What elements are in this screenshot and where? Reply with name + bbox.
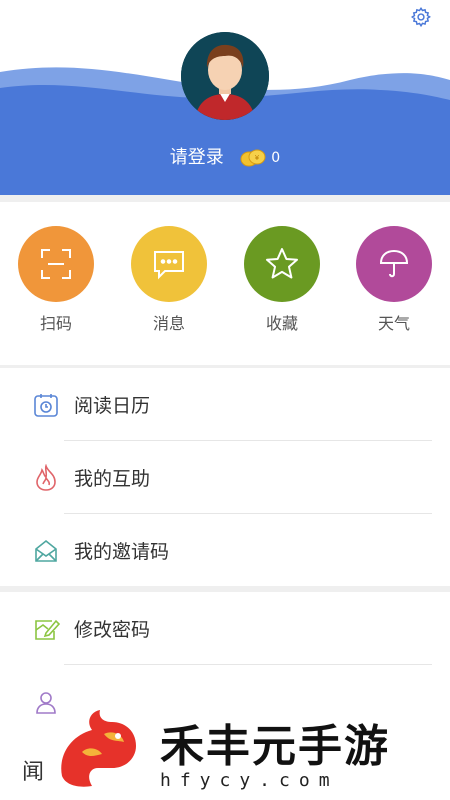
settings-button[interactable] xyxy=(410,6,432,28)
calendar-icon xyxy=(34,393,58,417)
watermark-brand: 禾丰元手游 xyxy=(160,721,390,772)
menu-item-mutual-help[interactable]: 我的互助 xyxy=(0,441,450,514)
star-icon xyxy=(266,248,298,279)
invite-envelope-icon xyxy=(35,539,57,562)
shortcut-scan-label: 扫码 xyxy=(39,314,72,333)
watermark-logo xyxy=(61,710,136,787)
flame-icon xyxy=(36,463,56,491)
coin-icon: ¥ xyxy=(240,149,266,167)
shortcut-weather-label: 天气 xyxy=(377,314,410,333)
message-icon xyxy=(154,251,184,280)
watermark-url: hfycy.com xyxy=(160,770,339,791)
menu-item-label: 我的互助 xyxy=(74,468,151,490)
shortcut-favorites[interactable]: 收藏 xyxy=(244,226,320,334)
umbrella-icon xyxy=(379,249,409,278)
watermark: 闻 禾丰元手游 hfycy.com xyxy=(0,706,450,800)
shortcut-weather[interactable]: 天气 xyxy=(356,226,432,334)
menu-item-label: 我的邀请码 xyxy=(74,541,170,563)
shortcut-grid: 扫码 消息 收藏 天气 xyxy=(0,202,450,365)
scan-icon xyxy=(41,249,71,279)
avatar[interactable] xyxy=(181,32,269,120)
gear-icon xyxy=(410,6,431,28)
login-row[interactable]: 请登录 ¥ 0 xyxy=(0,143,450,169)
menu-item-reading-calendar[interactable]: 阅读日历 xyxy=(0,368,450,441)
user-avatar-icon xyxy=(181,32,269,120)
coin-count: 0 xyxy=(271,150,281,166)
shortcut-message[interactable]: 消息 xyxy=(131,226,207,334)
menu-item-label: 阅读日历 xyxy=(74,395,151,417)
svg-text:¥: ¥ xyxy=(254,154,259,162)
menu-item-invite-code[interactable]: 我的邀请码 xyxy=(0,514,450,587)
shortcut-scan[interactable]: 扫码 xyxy=(18,226,94,334)
profile-header: 请登录 ¥ 0 xyxy=(0,0,450,195)
menu-item-change-password[interactable]: 修改密码 xyxy=(0,592,450,665)
shortcut-favorites-label: 收藏 xyxy=(265,314,298,333)
edit-password-icon xyxy=(35,619,60,640)
shortcut-message-label: 消息 xyxy=(152,314,185,333)
watermark-left-char: 闻 xyxy=(22,760,45,785)
menu-group-primary: 阅读日历 我的互助 我的邀请码 xyxy=(0,368,450,586)
login-label[interactable]: 请登录 xyxy=(170,147,224,168)
menu-item-label: 修改密码 xyxy=(74,619,151,641)
